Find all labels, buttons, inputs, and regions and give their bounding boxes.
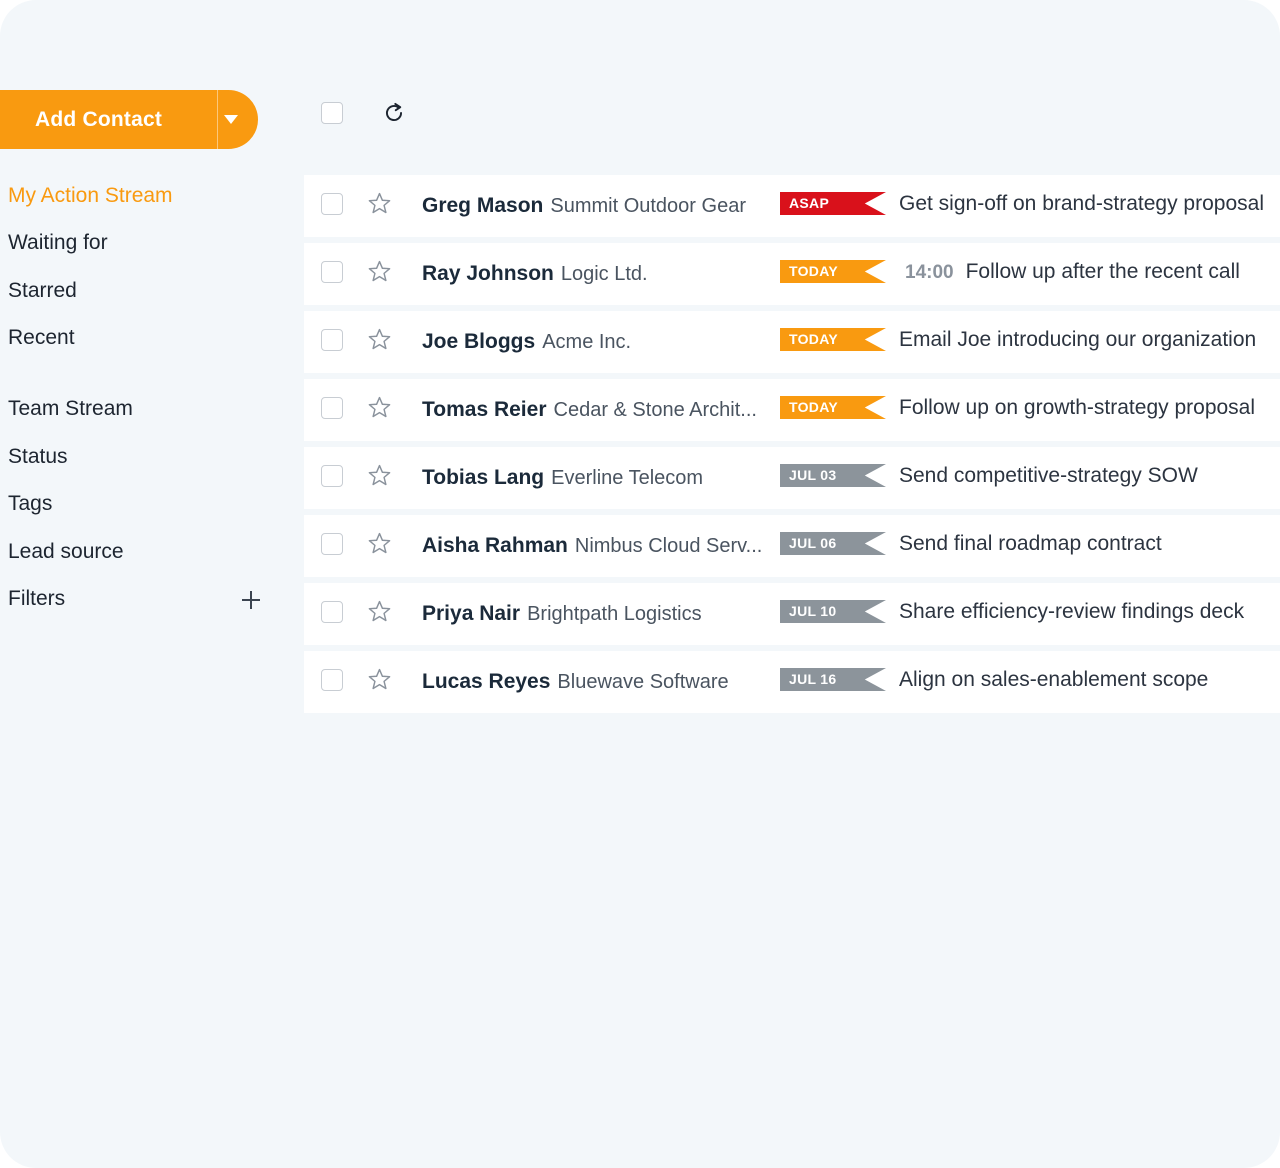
task-row[interactable]: Tomas Reier Cedar & Stone Archit... TODAY F… [304, 379, 1280, 441]
task-text[interactable]: Follow up on growth-strategy proposal [899, 395, 1255, 421]
badge-label: JUL 06 [789, 535, 837, 551]
add-contact-dropdown-toggle[interactable] [218, 90, 258, 149]
badge-label: TODAY [789, 263, 838, 279]
task-description: Share efficiency-review findings deck [899, 600, 1245, 623]
star-icon[interactable] [367, 191, 392, 216]
due-badge: JUL 10 [780, 600, 886, 623]
task-text[interactable]: Email Joe introducing our organization [899, 327, 1256, 353]
task-row[interactable]: Tobias Lang Everline Telecom JUL 03 Send co… [304, 447, 1280, 509]
due-badge: JUL 03 [780, 464, 886, 487]
task-row[interactable]: Lucas Reyes Bluewave Software JUL 16 Align … [304, 651, 1280, 713]
nav-starred[interactable]: Starred [8, 279, 77, 303]
contact-name[interactable]: Priya Nair [422, 602, 520, 625]
nav-team-stream[interactable]: Team Stream [8, 397, 133, 421]
nav-tags[interactable]: Tags [8, 492, 52, 516]
contact-info[interactable]: Greg Mason Summit Outdoor Gear [422, 193, 768, 221]
contact-name[interactable]: Ray Johnson [422, 262, 554, 285]
task-row[interactable]: Aisha Rahman Nimbus Cloud Serv... JUL 06 Se… [304, 515, 1280, 577]
contact-info[interactable]: Aisha Rahman Nimbus Cloud Serv... [422, 533, 768, 561]
task-text[interactable]: Send final roadmap contract [899, 531, 1162, 557]
add-contact-button[interactable]: Add Contact [0, 90, 258, 149]
company-name: Brightpath Logistics [527, 603, 702, 625]
star-icon[interactable] [367, 395, 392, 420]
row-checkbox[interactable] [321, 193, 343, 215]
badge-label: TODAY [789, 331, 838, 347]
chevron-down-icon [224, 115, 238, 124]
plus-icon[interactable] [242, 591, 260, 609]
add-contact-label: Add Contact [35, 107, 163, 131]
task-description: Email Joe introducing our organization [899, 328, 1257, 351]
task-text[interactable]: Get sign-off on brand-strategy proposal [899, 191, 1264, 217]
contact-info[interactable]: Tomas Reier Cedar & Stone Archit... [422, 397, 768, 425]
company-name: Everline Telecom [551, 467, 704, 489]
due-badge: JUL 06 [780, 532, 886, 555]
badge-label: JUL 03 [789, 467, 837, 483]
action-stream-list: Greg Mason Summit Outdoor Gear ASAP Get sig… [304, 175, 1280, 719]
task-row[interactable]: Joe Bloggs Acme Inc. TODAY Email Joe introd… [304, 311, 1280, 373]
star-icon[interactable] [367, 259, 392, 284]
due-badge: TODAY [780, 260, 886, 283]
badge-label: ASAP [789, 195, 830, 211]
star-icon[interactable] [367, 327, 392, 352]
task-text[interactable]: Align on sales-enablement scope [899, 667, 1208, 693]
due-badge: TODAY [780, 328, 886, 351]
company-name: Logic Ltd. [560, 263, 648, 285]
due-badge: ASAP [780, 192, 886, 215]
due-badge: TODAY [780, 396, 886, 419]
contact-name[interactable]: Tobias Lang [422, 466, 544, 489]
contact-name[interactable]: Tomas Reier [422, 398, 547, 421]
refresh-icon[interactable] [381, 100, 407, 126]
task-row[interactable]: Greg Mason Summit Outdoor Gear ASAP Get sig… [304, 175, 1280, 237]
row-checkbox[interactable] [321, 261, 343, 283]
row-checkbox[interactable] [321, 533, 343, 555]
task-row[interactable]: Ray Johnson Logic Ltd. TODAY 14:00 Follow up… [304, 243, 1280, 305]
contact-info[interactable]: Joe Bloggs Acme Inc. [422, 329, 768, 357]
company-name: Acme Inc. [542, 331, 632, 353]
contact-info[interactable]: Lucas Reyes Bluewave Software [422, 669, 768, 697]
nav-waiting-for[interactable]: Waiting for [8, 231, 108, 255]
contact-name[interactable]: Joe Bloggs [422, 330, 535, 353]
badge-label: JUL 10 [789, 603, 837, 619]
due-badge: JUL 16 [780, 668, 886, 691]
contact-name[interactable]: Aisha Rahman [422, 534, 568, 557]
star-icon[interactable] [367, 599, 392, 624]
contact-name[interactable]: Greg Mason [422, 194, 543, 217]
row-checkbox[interactable] [321, 601, 343, 623]
star-icon[interactable] [367, 667, 392, 692]
contact-info[interactable]: Priya Nair Brightpath Logistics [422, 601, 768, 629]
badge-label: TODAY [789, 399, 838, 415]
nav-my-action-stream[interactable]: My Action Stream [8, 184, 173, 208]
row-checkbox[interactable] [321, 465, 343, 487]
task-text[interactable]: Send competitive-strategy SOW [899, 463, 1198, 489]
contact-info[interactable]: Tobias Lang Everline Telecom [422, 465, 768, 493]
company-name: Summit Outdoor Gear [550, 195, 746, 217]
app-window: Add Contact My Action Stream Waiting for… [0, 0, 1280, 1168]
row-checkbox[interactable] [321, 669, 343, 691]
contact-name[interactable]: Lucas Reyes [422, 670, 550, 693]
nav-filters[interactable]: Filters [8, 587, 65, 611]
nav-lead-source[interactable]: Lead source [8, 540, 124, 564]
star-icon[interactable] [367, 531, 392, 556]
task-description: Align on sales-enablement scope [899, 668, 1209, 691]
task-time: 14:00 [905, 262, 954, 283]
nav-status[interactable]: Status [8, 445, 68, 469]
row-checkbox[interactable] [321, 329, 343, 351]
company-name: Cedar & Stone Archit... [553, 399, 757, 421]
company-name: Bluewave Software [557, 671, 729, 693]
task-description: Follow up on growth-strategy proposal [899, 396, 1256, 419]
row-checkbox[interactable] [321, 397, 343, 419]
task-description: Send final roadmap contract [899, 532, 1162, 555]
select-all-checkbox[interactable] [321, 102, 343, 124]
nav-recent[interactable]: Recent [8, 326, 75, 350]
company-name: Nimbus Cloud Serv... [574, 535, 763, 557]
task-description: Get sign-off on brand-strategy proposal [899, 192, 1264, 215]
contact-info[interactable]: Ray Johnson Logic Ltd. [422, 261, 768, 289]
task-text[interactable]: 14:00 Follow up after the recent call [899, 259, 1240, 286]
task-description: Follow up after the recent call [965, 260, 1240, 283]
badge-label: JUL 16 [789, 671, 837, 687]
task-text[interactable]: Share efficiency-review findings deck [899, 599, 1244, 625]
task-description: Send competitive-strategy SOW [899, 464, 1198, 487]
star-icon[interactable] [367, 463, 392, 488]
task-row[interactable]: Priya Nair Brightpath Logistics JUL 10 Shar… [304, 583, 1280, 645]
